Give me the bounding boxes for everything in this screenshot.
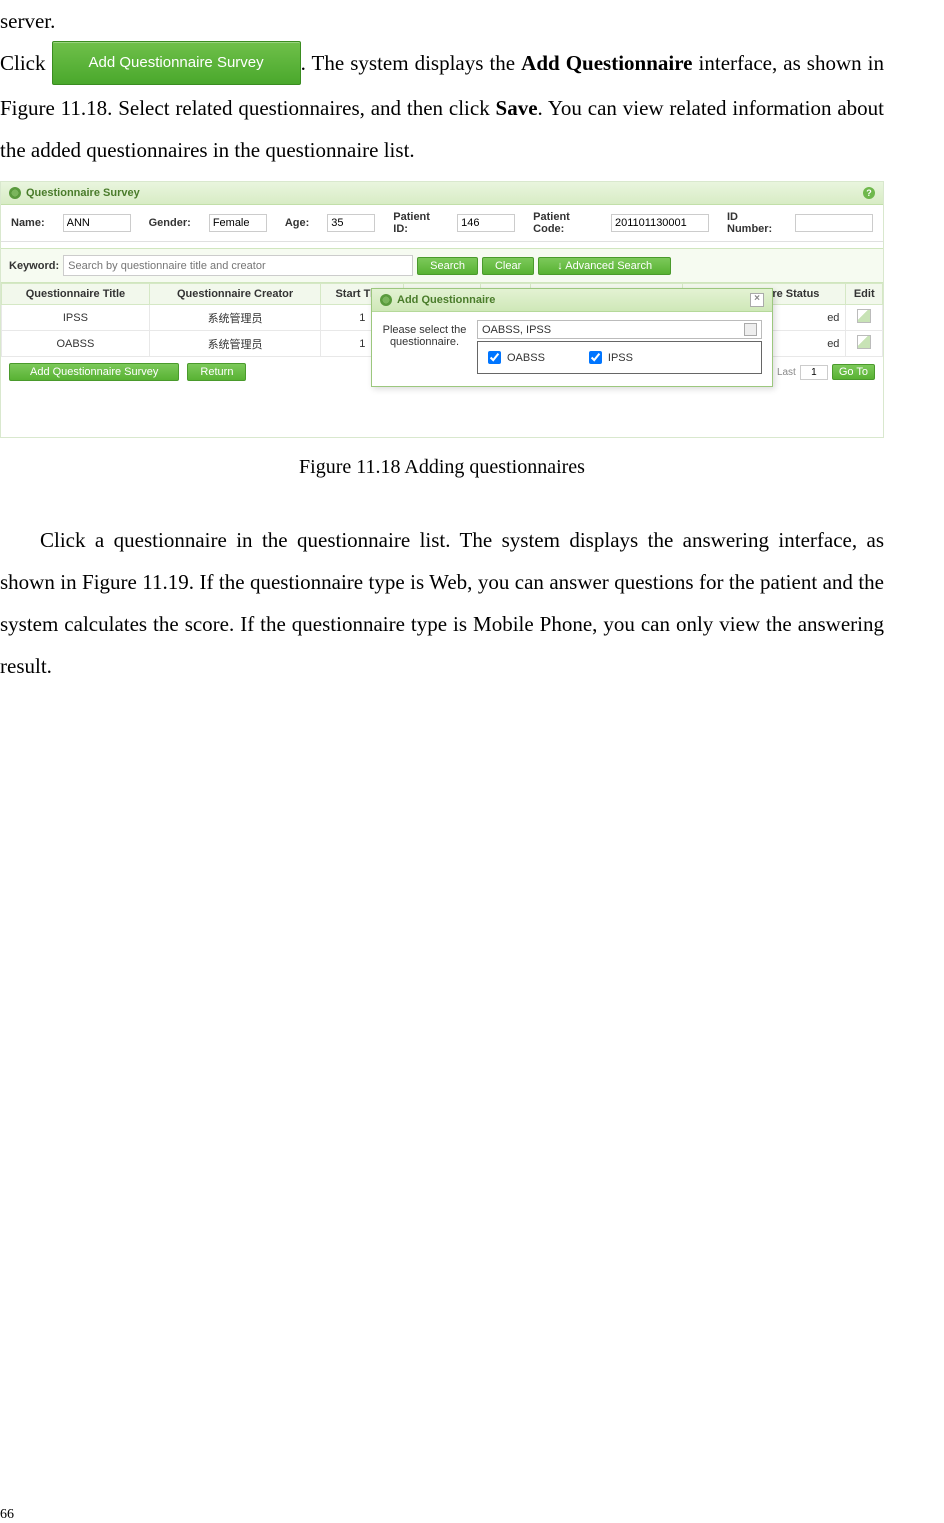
cell-title: OABSS: [2, 331, 150, 357]
para1-after: . The system displays the: [301, 51, 522, 75]
help-icon[interactable]: ?: [863, 187, 875, 199]
patientid-field[interactable]: [457, 214, 515, 232]
patient-info-bar: Name: Gender: Age: Patient ID: Patient C…: [1, 205, 883, 242]
search-button[interactable]: Search: [417, 257, 478, 275]
panel-header: Questionnaire Survey ?: [1, 182, 883, 205]
clear-selection-icon[interactable]: [744, 323, 757, 336]
screenshot-figure-11-18: Questionnaire Survey ? Name: Gender: Age…: [0, 181, 884, 438]
keyword-label: Keyword:: [9, 260, 59, 272]
cell-creator: 系统管理员: [149, 305, 320, 331]
return-button[interactable]: Return: [187, 363, 246, 381]
goto-button[interactable]: Go To: [832, 364, 875, 380]
option-label: OABSS: [507, 352, 545, 364]
name-label: Name:: [11, 217, 45, 229]
gear-icon: [380, 294, 392, 306]
cell-creator: 系统管理员: [149, 331, 320, 357]
edit-icon[interactable]: [857, 309, 871, 323]
gear-icon: [9, 187, 21, 199]
click-word: Click: [0, 51, 52, 75]
name-field[interactable]: [63, 214, 131, 232]
search-bar: Keyword: Search Clear ↓ Advanced Search: [1, 248, 883, 283]
gender-label: Gender:: [149, 217, 191, 229]
paragraph-click: Click Add Questionnaire Survey. The syst…: [0, 42, 884, 171]
th-edit: Edit: [846, 284, 883, 305]
panel-title: Questionnaire Survey: [26, 187, 140, 199]
patientcode-label: Patient Code:: [533, 211, 593, 235]
clear-button[interactable]: Clear: [482, 257, 534, 275]
age-field[interactable]: [327, 214, 375, 232]
para1-bold2: Save: [496, 96, 538, 120]
options-panel: OABSS IPSS: [477, 341, 762, 374]
th-title: Questionnaire Title: [2, 284, 150, 305]
selected-questionnaires-field[interactable]: OABSS, IPSS: [477, 320, 762, 339]
add-questionnaire-button[interactable]: Add Questionnaire Survey: [9, 363, 179, 381]
patientcode-field[interactable]: [611, 214, 709, 232]
age-label: Age:: [285, 217, 309, 229]
dialog-header: Add Questionnaire ×: [372, 289, 772, 312]
idnumber-field[interactable]: [795, 214, 873, 232]
pager-page-input[interactable]: [800, 365, 828, 380]
dialog-title: Add Questionnaire: [397, 294, 495, 306]
figure-caption: Figure 11.18 Adding questionnaires: [0, 456, 884, 479]
paragraph-answering: Click a questionnaire in the questionnai…: [0, 519, 884, 687]
dialog-prompt: Please select the questionnaire.: [382, 320, 467, 348]
ipss-checkbox[interactable]: [589, 351, 602, 364]
option-oabss[interactable]: OABSS: [484, 348, 545, 367]
add-questionnaire-survey-button[interactable]: Add Questionnaire Survey: [52, 41, 301, 85]
option-ipss[interactable]: IPSS: [585, 348, 633, 367]
para1-bold: Add Questionnaire: [521, 51, 692, 75]
th-creator: Questionnaire Creator: [149, 284, 320, 305]
close-icon[interactable]: ×: [750, 293, 764, 307]
oabss-checkbox[interactable]: [488, 351, 501, 364]
keyword-input[interactable]: [63, 255, 413, 276]
patientid-label: Patient ID:: [393, 211, 439, 235]
paragraph-server: server.: [0, 0, 884, 42]
option-label: IPSS: [608, 352, 633, 364]
edit-icon[interactable]: [857, 335, 871, 349]
pager-last[interactable]: Last: [777, 367, 796, 378]
cell-title: IPSS: [2, 305, 150, 331]
idnumber-label: ID Number:: [727, 211, 777, 235]
add-questionnaire-dialog: Add Questionnaire × Please select the qu…: [371, 288, 773, 387]
gender-field[interactable]: [209, 214, 267, 232]
selected-text: OABSS, IPSS: [482, 324, 551, 336]
advanced-search-button[interactable]: ↓ Advanced Search: [538, 257, 671, 275]
page-number: 66: [0, 1507, 884, 1523]
